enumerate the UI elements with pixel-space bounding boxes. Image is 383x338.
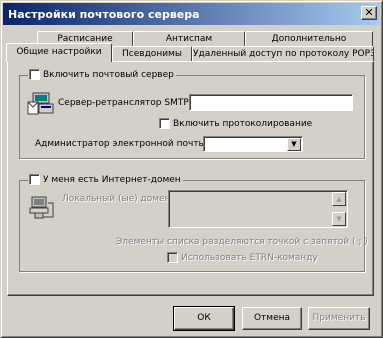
window-title: Настройки почтового сервера <box>8 8 200 21</box>
tab-aliases[interactable]: Псевдонимы <box>112 46 192 62</box>
has-internet-domain-checkbox[interactable] <box>29 174 40 185</box>
tab-label: Общие настройки <box>16 47 102 57</box>
tab-label: Антиспам <box>165 34 213 44</box>
tab-label: Дополнительно <box>271 34 347 44</box>
tab-label: Удаленный доступ по протоколу POP3 <box>193 49 374 59</box>
apply-button[interactable]: Применить <box>308 307 370 330</box>
has-internet-domain-option[interactable]: У меня есть Интернет-домен <box>28 174 183 185</box>
title-bar: Настройки почтового сервера ✕ <box>3 3 380 25</box>
tab-advanced[interactable]: Дополнительно <box>245 31 373 47</box>
apply-button-label: Применить <box>312 313 366 323</box>
close-button[interactable]: ✕ <box>361 6 377 20</box>
ok-button[interactable]: ОК <box>173 306 235 331</box>
enable-mail-server-label: Включить почтовый сервер <box>43 69 174 80</box>
enable-mail-server-option[interactable]: Включить почтовый сервер <box>28 69 176 80</box>
cancel-button[interactable]: Отмена <box>242 307 302 330</box>
has-internet-domain-label: У меня есть Интернет-домен <box>43 174 181 185</box>
close-icon: ✕ <box>364 6 374 19</box>
cancel-button-label: Отмена <box>253 313 291 323</box>
tab-pop3-remote-access[interactable]: Удаленный доступ по протоколу POP3 <box>192 46 374 62</box>
tab-label: Псевдонимы <box>122 49 182 59</box>
ok-button-label: ОК <box>197 313 211 323</box>
tab-general-settings[interactable]: Общие настройки <box>6 43 112 62</box>
mail-server-settings-dialog: Настройки почтового сервера ✕ Расписание… <box>0 0 383 338</box>
enable-mail-server-checkbox[interactable] <box>29 69 40 80</box>
tab-antispam[interactable]: Антиспам <box>133 31 245 47</box>
